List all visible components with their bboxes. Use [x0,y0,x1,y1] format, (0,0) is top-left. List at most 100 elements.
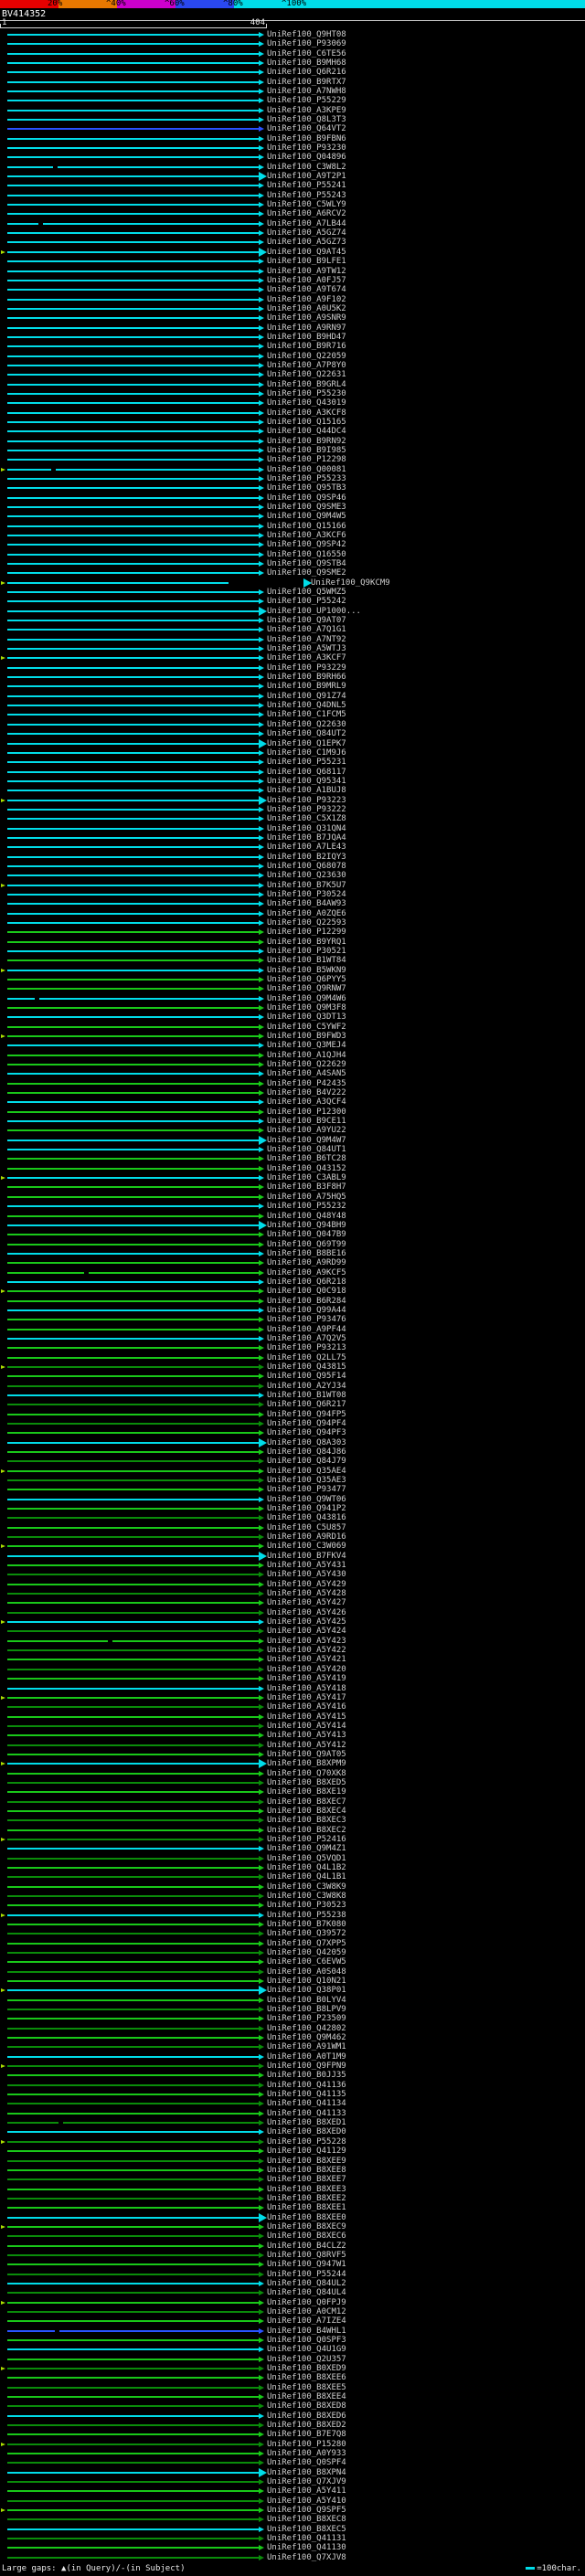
hit-label[interactable]: UniRef100_P55244 [267,2270,346,2279]
hit-label[interactable]: UniRef100_A5Y415 [267,1712,346,1722]
hit-label[interactable]: UniRef100_P30521 [267,947,346,956]
hit-label[interactable]: UniRef100_Q3DT13 [267,1013,346,1022]
hit-row[interactable]: UniRef100_B8XEE8 [0,2166,585,2175]
hit-label[interactable]: UniRef100_P55243 [267,191,346,200]
hit-row[interactable]: UniRef100_B9FBN6 [0,134,585,143]
hit-row[interactable]: UniRef100_A9T2P1 [0,172,585,182]
hit-label[interactable]: UniRef100_P55233 [267,474,346,483]
hit-label[interactable]: UniRef100_B9RH66 [267,673,346,682]
hit-row[interactable]: UniRef100_B6TC28 [0,1154,585,1163]
hit-label[interactable]: UniRef100_Q44DC4 [267,428,346,436]
hit-label[interactable]: UniRef100_Q4DNL5 [267,702,346,710]
hit-row[interactable]: UniRef100_Q41135 [0,2090,585,2099]
hit-row[interactable]: UniRef100_Q0FPJ9 [0,2298,585,2307]
hit-row[interactable]: UniRef100_Q2U357 [0,2355,585,2364]
hit-row[interactable]: UniRef100_B8XEE3 [0,2185,585,2194]
hit-label[interactable]: UniRef100_A5Y420 [267,1665,346,1674]
hit-row[interactable]: UniRef100_Q4U1G9 [0,2345,585,2354]
hit-label[interactable]: UniRef100_Q8RVF5 [267,2251,346,2260]
hit-label[interactable]: UniRef100_C3W8K8 [267,1892,346,1901]
hit-row[interactable]: UniRef100_Q43815 [0,1362,585,1372]
hit-label[interactable]: UniRef100_A5Y416 [267,1703,346,1712]
hit-row[interactable]: UniRef100_UP1000... [0,606,585,616]
hit-label[interactable]: UniRef100_B7K080 [267,1921,346,1929]
hit-row[interactable]: UniRef100_B8XEE4 [0,2392,585,2401]
hit-row[interactable]: UniRef100_B0LYV4 [0,1996,585,2005]
hit-label[interactable]: UniRef100_B7E7Q8 [267,2431,346,2439]
hit-row[interactable]: UniRef100_Q31QN4 [0,824,585,833]
hit-row[interactable]: UniRef100_A0FJ57 [0,276,585,285]
hit-label[interactable]: UniRef100_A5GZ74 [267,229,346,238]
hit-row[interactable]: UniRef100_A3KCF6 [0,531,585,540]
hit-row[interactable]: UniRef100_B1WT08 [0,1391,585,1400]
hit-row[interactable]: UniRef100_C5YWF2 [0,1023,585,1032]
hit-label[interactable]: UniRef100_P12300 [267,1108,346,1117]
hit-row[interactable]: UniRef100_B0JJ35 [0,2071,585,2080]
hit-row[interactable]: UniRef100_B8XEC2 [0,1826,585,1835]
hit-label[interactable]: UniRef100_P55242 [267,598,346,606]
hit-row[interactable]: UniRef100_A6RCV2 [0,209,585,218]
hit-label[interactable]: UniRef100_Q64VT2 [267,125,346,133]
hit-label[interactable]: UniRef100_Q91Z74 [267,692,346,701]
hit-label[interactable]: UniRef100_A4SAN5 [267,1070,346,1078]
hit-row[interactable]: UniRef100_A7Q2V5 [0,1334,585,1343]
hit-label[interactable]: UniRef100_A5Y425 [267,1618,346,1627]
hit-row[interactable]: UniRef100_A1BUJ8 [0,786,585,795]
hit-label[interactable]: UniRef100_B5WKN9 [267,966,346,975]
hit-label[interactable]: UniRef100_Q2LL75 [267,1353,346,1362]
hit-row[interactable]: UniRef100_B8XEE9 [0,2157,585,2166]
hit-row[interactable]: UniRef100_Q0C918 [0,1287,585,1296]
hit-row[interactable]: UniRef100_Q4L1B1 [0,1872,585,1882]
hit-row[interactable]: UniRef100_B2IQY3 [0,853,585,862]
hit-row[interactable]: UniRef100_B8XEC9 [0,2222,585,2231]
hit-label[interactable]: UniRef100_Q41131 [267,2535,346,2543]
hit-row[interactable]: UniRef100_Q947W1 [0,2260,585,2269]
hit-row[interactable]: UniRef100_P55232 [0,1202,585,1211]
hit-row[interactable]: UniRef100_Q9AT07 [0,616,585,625]
hit-row[interactable]: UniRef100_A5Y416 [0,1702,585,1712]
hit-row[interactable]: UniRef100_A0Y933 [0,2449,585,2458]
hit-label[interactable]: UniRef100_A5Y417 [267,1693,346,1702]
hit-row[interactable]: UniRef100_A5WTJ3 [0,644,585,653]
hit-label[interactable]: UniRef100_A5Y429 [267,1580,346,1589]
hit-row[interactable]: UniRef100_Q69T99 [0,1240,585,1249]
hit-row[interactable]: UniRef100_A5Y420 [0,1665,585,1674]
hit-row[interactable]: UniRef100_Q99A44 [0,1306,585,1315]
hit-label[interactable]: UniRef100_Q7XJV8 [267,2553,346,2562]
hit-row[interactable]: UniRef100_Q1EPK7 [0,738,585,748]
hit-label[interactable]: UniRef100_C3W069 [267,1542,346,1551]
hit-label[interactable]: UniRef100_Q9AT07 [267,617,346,625]
hit-row[interactable]: UniRef100_A5Y414 [0,1722,585,1731]
hit-row[interactable]: UniRef100_B9FWD3 [0,1032,585,1041]
hit-row[interactable]: UniRef100_A7IZE4 [0,2316,585,2326]
hit-row[interactable]: UniRef100_Q6R217 [0,1400,585,1409]
hit-label[interactable]: UniRef100_Q9SP46 [267,493,346,503]
hit-row[interactable]: UniRef100_B7E7Q8 [0,2430,585,2439]
hit-row[interactable]: UniRef100_Q41129 [0,2147,585,2156]
hit-label[interactable]: UniRef100_A5Y412 [267,1741,346,1750]
hit-label[interactable]: UniRef100_A5Y431 [267,1562,346,1570]
hit-row[interactable]: UniRef100_B8XE19 [0,1787,585,1797]
hit-row[interactable]: UniRef100_Q43152 [0,1164,585,1173]
hit-label[interactable]: UniRef100_Q7XJV9 [267,2478,346,2486]
hit-label[interactable]: UniRef100_B8XEE5 [267,2383,346,2392]
hit-label[interactable]: UniRef100_B8XEE8 [267,2166,346,2175]
hit-label[interactable]: UniRef100_A5Y427 [267,1599,346,1607]
hit-label[interactable]: UniRef100_Q23630 [267,872,346,880]
hit-row[interactable]: UniRef100_P93222 [0,805,585,814]
hit-row[interactable]: UniRef100_B8XPM9 [0,1759,585,1769]
hit-row[interactable]: UniRef100_Q44DC4 [0,427,585,436]
hit-row[interactable]: UniRef100_A5Y417 [0,1693,585,1702]
hit-row[interactable]: UniRef100_Q6R216 [0,68,585,77]
hit-label[interactable]: UniRef100_B8LPV9 [267,2006,346,2014]
hit-row[interactable]: UniRef100_C3W069 [0,1542,585,1551]
hit-row[interactable]: UniRef100_B7FKV4 [0,1551,585,1561]
hit-row[interactable]: UniRef100_A3KPE9 [0,106,585,115]
hit-row[interactable]: UniRef100_Q23630 [0,871,585,880]
hit-row[interactable]: UniRef100_Q22593 [0,918,585,928]
hit-label[interactable]: UniRef100_B8XE19 [267,1788,346,1797]
hit-label[interactable]: UniRef100_P55228 [267,2137,346,2147]
hit-label[interactable]: UniRef100_A9SNR9 [267,314,346,323]
hit-row[interactable]: UniRef100_Q15165 [0,418,585,427]
hit-label[interactable]: UniRef100_Q22059 [267,352,346,361]
